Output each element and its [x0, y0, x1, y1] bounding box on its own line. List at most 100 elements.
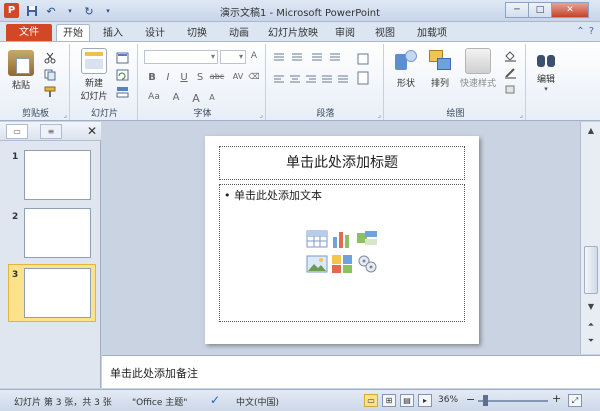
shape-fill-icon[interactable] [504, 50, 517, 62]
change-case-button[interactable]: Aa [146, 92, 162, 102]
zoom-slider-thumb[interactable] [483, 395, 488, 406]
format-painter-icon[interactable] [44, 86, 57, 98]
insert-picture-icon[interactable] [306, 254, 328, 274]
group-drawing: 形状 排列 快速样式 绘图 ⌟ [386, 44, 526, 120]
scroll-down-icon[interactable]: ▼ [584, 300, 598, 314]
slideshow-view-icon[interactable]: ▸ [418, 394, 432, 407]
font-size-combo[interactable] [220, 50, 246, 64]
drawing-launcher-icon[interactable]: ⌟ [520, 111, 523, 119]
shadow-button[interactable]: S [194, 72, 206, 83]
clear-format-icon[interactable]: ⌫ [248, 72, 260, 81]
bold-button[interactable]: B [146, 72, 158, 83]
insert-chart-icon[interactable] [331, 229, 353, 249]
italic-button[interactable]: I [162, 72, 174, 83]
zoom-level[interactable]: 36% [438, 395, 458, 405]
char-spacing-button[interactable]: AV [230, 72, 246, 81]
slide-thumbnail-3[interactable] [24, 268, 91, 318]
arrange-icon [427, 48, 453, 74]
reset-slide-icon[interactable] [116, 69, 129, 81]
ribbon: 粘贴 剪贴板 ⌟ 新建 幻灯片 幻灯片 A B I U S abc AV [0, 41, 600, 121]
shape-effects-icon[interactable] [504, 84, 517, 96]
copy-icon[interactable] [44, 69, 57, 81]
grow-font-icon[interactable]: A [248, 51, 260, 61]
thumbnail-number: 3 [12, 270, 19, 280]
clipboard-group-label: 剪贴板 [21, 109, 49, 119]
tab-insert[interactable]: 插入 [96, 25, 130, 42]
tab-transitions[interactable]: 切换 [180, 25, 214, 42]
language-status[interactable]: 中文(中国) [236, 395, 279, 408]
zoom-slider-track[interactable] [478, 400, 548, 402]
help-icon[interactable]: ? [589, 26, 594, 37]
body-placeholder[interactable]: • 单击此处添加文本 [219, 184, 465, 322]
increase-font-button[interactable]: A [190, 92, 202, 105]
decrease-font-button[interactable]: A [206, 93, 218, 102]
slide-thumbnail-1[interactable] [24, 150, 91, 200]
tab-review[interactable]: 审阅 [328, 25, 362, 42]
panel-close-icon[interactable]: ✕ [87, 124, 97, 138]
zoom-out-icon[interactable]: − [466, 393, 475, 406]
strikethrough-button[interactable]: abc [208, 72, 226, 81]
insert-clipart-icon[interactable] [331, 254, 353, 274]
font-color-button[interactable]: A [170, 92, 182, 103]
slide-canvas[interactable]: 单击此处添加标题 • 单击此处添加文本 [205, 136, 479, 344]
scroll-thumb[interactable] [584, 246, 598, 294]
group-paragraph: 段落 ⌟ [268, 44, 384, 120]
thumbnail-number: 1 [12, 152, 19, 162]
editing-button[interactable]: 编辑 ▾ [530, 50, 562, 93]
new-slide-label-1: 新建 [84, 79, 103, 89]
underline-button[interactable]: U [178, 72, 190, 83]
new-slide-icon [81, 48, 107, 74]
minimize-button[interactable]: ─ [505, 2, 529, 18]
title-placeholder[interactable]: 单击此处添加标题 [219, 146, 465, 180]
new-slide-label-2: 幻灯片 [80, 92, 108, 102]
section-icon[interactable] [116, 86, 129, 98]
ribbon-right-icons: ⌃ ? [576, 26, 594, 37]
shapes-button[interactable]: 形状 [390, 48, 422, 89]
font-name-combo[interactable] [144, 50, 218, 64]
shape-outline-icon[interactable] [504, 67, 517, 79]
tab-addins[interactable]: 加载项 [410, 25, 454, 42]
clipboard-launcher-icon[interactable]: ⌟ [64, 111, 67, 119]
notes-pane[interactable]: 单击此处添加备注 [102, 355, 600, 388]
tab-slideshow[interactable]: 幻灯片放映 [264, 25, 322, 42]
binoculars-icon [536, 50, 556, 70]
next-slide-icon[interactable]: ⏷ [584, 334, 598, 348]
group-slides: 新建 幻灯片 幻灯片 [72, 44, 138, 120]
spell-check-icon[interactable]: ✓ [210, 393, 220, 407]
insert-smartart-icon[interactable] [356, 229, 378, 249]
normal-view-icon[interactable]: ▭ [364, 394, 378, 407]
insert-table-icon[interactable] [306, 229, 328, 249]
slide-thumbnail-2[interactable] [24, 208, 91, 258]
quick-styles-label: 快速样式 [459, 79, 496, 89]
layout-icon[interactable] [116, 52, 129, 64]
reading-view-icon[interactable]: ▤ [400, 394, 414, 407]
paragraph-launcher-icon[interactable]: ⌟ [378, 111, 381, 119]
paragraph-buttons[interactable] [272, 52, 380, 104]
paste-button[interactable]: 粘贴 [6, 50, 36, 91]
insert-media-icon[interactable] [356, 254, 378, 274]
title-bar: P ↶ ▾ ↻ ▾ 演示文稿1 - Microsoft PowerPoint ─… [0, 0, 600, 22]
group-clipboard: 粘贴 剪贴板 ⌟ [2, 44, 70, 120]
arrange-button[interactable]: 排列 [424, 48, 456, 89]
maximize-button[interactable]: □ [528, 2, 552, 18]
close-button[interactable]: ✕ [551, 2, 589, 18]
tab-file[interactable]: 文件 [6, 24, 52, 42]
theme-status[interactable]: "Office 主题" [132, 395, 187, 408]
vertical-scrollbar[interactable]: ▲ ▼ ⏶ ⏷ [580, 122, 600, 354]
slide-sorter-icon[interactable]: ⊞ [382, 394, 396, 407]
zoom-in-icon[interactable]: + [552, 392, 561, 405]
fit-to-window-icon[interactable]: ⤢ [568, 394, 582, 407]
new-slide-button[interactable]: 新建 幻灯片 [78, 48, 110, 102]
font-group-label: 字体 [193, 109, 212, 119]
scroll-up-icon[interactable]: ▲ [584, 124, 598, 138]
previous-slide-icon[interactable]: ⏶ [584, 318, 598, 332]
outline-tab-icon[interactable]: ≡ [40, 124, 62, 139]
tab-view[interactable]: 视图 [368, 25, 402, 42]
quick-styles-button[interactable]: 快速样式 [456, 48, 500, 89]
minimize-ribbon-icon[interactable]: ⌃ [576, 26, 584, 37]
tab-design[interactable]: 设计 [138, 25, 172, 42]
tab-animations[interactable]: 动画 [222, 25, 256, 42]
cut-icon[interactable] [44, 52, 57, 64]
font-launcher-icon[interactable]: ⌟ [260, 111, 263, 119]
slides-tab-icon[interactable]: ▭ [6, 124, 28, 139]
